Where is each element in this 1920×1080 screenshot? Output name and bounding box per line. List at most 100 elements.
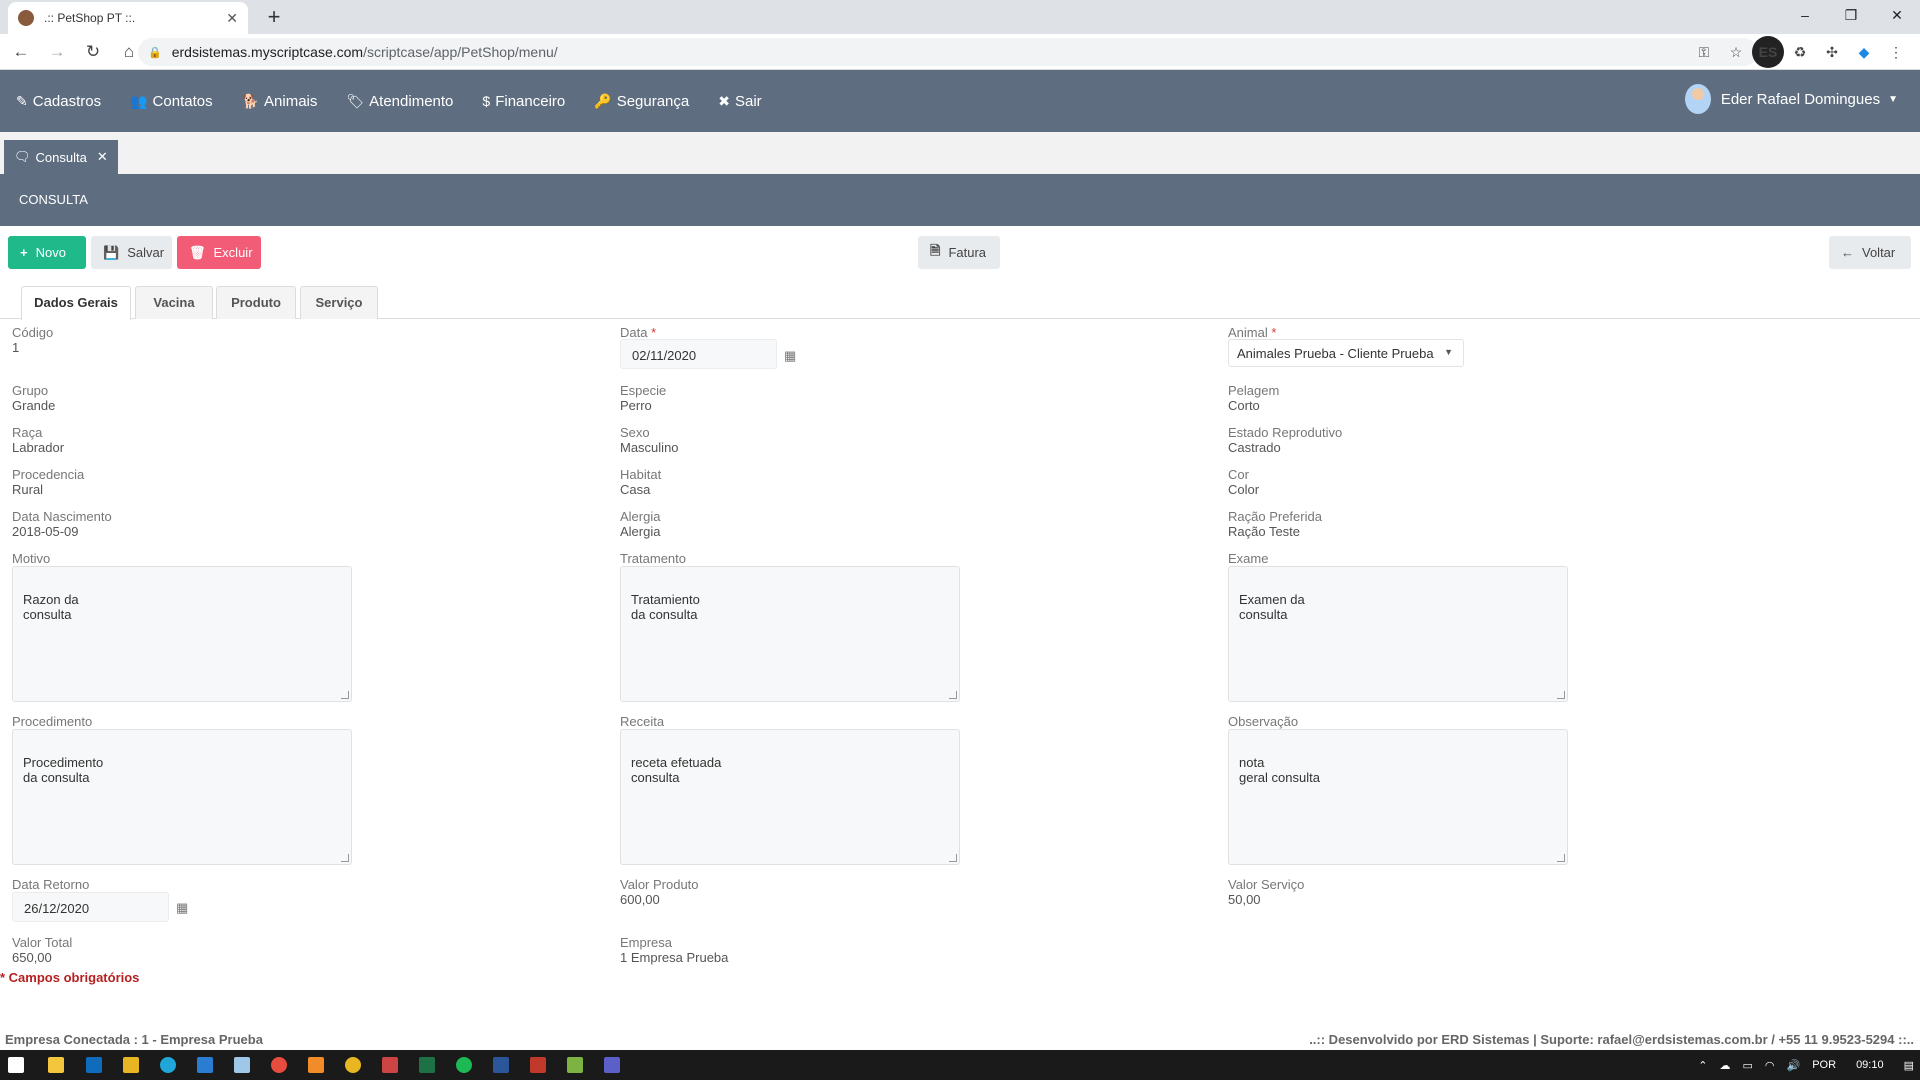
fatura-button[interactable]: 🗎 Fatura — [918, 236, 1000, 269]
voltar-button[interactable]: ← Voltar — [1829, 236, 1911, 269]
reload-icon[interactable]: ↻ — [78, 42, 108, 62]
battery-icon[interactable]: ▭ — [1743, 1059, 1753, 1072]
spotify-icon[interactable] — [456, 1057, 472, 1073]
exame-textarea[interactable]: Examen da consulta — [1228, 566, 1568, 702]
menu-label: Cadastros — [32, 92, 102, 110]
more-menu-icon[interactable]: ⋮ — [1880, 36, 1912, 68]
calendar-icon[interactable]: ▦ — [176, 900, 189, 915]
field-pelagem: Pelagem Corto — [1228, 383, 1279, 413]
back-icon[interactable]: ← — [6, 42, 36, 62]
required-asterisk: * — [1271, 325, 1277, 340]
chrome-icon[interactable] — [345, 1057, 361, 1073]
restore-button[interactable]: ❐ — [1828, 0, 1874, 30]
menu-cadastros[interactable]: ✎ Cadastros — [16, 93, 101, 110]
novo-button[interactable]: + Novo — [8, 236, 86, 269]
outlook-icon[interactable] — [86, 1057, 102, 1073]
menu-animais[interactable]: 🐕 Animais — [242, 93, 318, 110]
tab-produto[interactable]: Produto — [216, 286, 296, 319]
key-icon[interactable]: ⚿ — [1688, 36, 1720, 68]
required-asterisk: * — [651, 325, 657, 340]
clock[interactable]: 09:10 — [1856, 1059, 1884, 1071]
receita-textarea[interactable]: receta efetuada consulta — [620, 729, 960, 865]
new-tab-button[interactable]: + — [260, 4, 288, 32]
forward-icon[interactable]: → — [42, 42, 72, 62]
tab-consulta[interactable]: 🗨 Consulta ✕ — [4, 140, 118, 174]
resize-handle-icon[interactable] — [1557, 854, 1565, 862]
excel-icon[interactable] — [419, 1057, 435, 1073]
animal-select[interactable]: Animales Prueba - Cliente Prueba ▼ — [1228, 339, 1464, 367]
field-label: Motivo — [12, 551, 51, 566]
motivo-textarea[interactable]: Razon da consulta — [12, 566, 352, 702]
tab-dados-gerais[interactable]: Dados Gerais — [21, 286, 131, 320]
tab-servico[interactable]: Serviço — [300, 286, 378, 319]
app-icon[interactable] — [271, 1057, 287, 1073]
teams-icon[interactable] — [604, 1057, 620, 1073]
field-value: Color — [1228, 482, 1260, 497]
user-menu[interactable]: Eder Rafael Domingues ▼ — [1684, 84, 1898, 114]
close-window-button[interactable]: ✕ — [1874, 0, 1920, 30]
chevron-up-icon[interactable]: ⌃ — [1698, 1059, 1707, 1072]
field-value: Rural — [12, 482, 44, 497]
data-input[interactable]: 02/11/2020 — [620, 339, 777, 369]
browser-tab[interactable]: .:: PetShop PT ::. ✕ — [8, 2, 248, 34]
field-value: 1 Empresa Prueba — [620, 950, 729, 965]
salvar-button[interactable]: 💾 Salvar — [91, 236, 172, 269]
field-estado-reprodutivo: Estado Reprodutivo Castrado — [1228, 425, 1342, 455]
notepad-icon[interactable] — [234, 1057, 250, 1073]
main-menu: ✎ Cadastros 👥 Contatos 🐕 Animais 🏷 Atend… — [0, 70, 1920, 132]
star-icon[interactable]: ☆ — [1720, 36, 1752, 68]
window-app-icon[interactable] — [567, 1057, 583, 1073]
menu-seguranca[interactable]: 🔑 Segurança — [594, 93, 689, 110]
language-indicator[interactable]: POR — [1812, 1059, 1836, 1071]
wifi-icon[interactable]: ◠ — [1765, 1059, 1775, 1072]
windows-start-icon[interactable] — [8, 1057, 24, 1073]
recycle-icon[interactable]: ♻ — [1784, 36, 1816, 68]
shield-icon[interactable] — [530, 1057, 546, 1073]
data-retorno-input[interactable]: 26/12/2020 — [12, 892, 169, 922]
resize-handle-icon[interactable] — [949, 691, 957, 699]
app2-icon[interactable] — [382, 1057, 398, 1073]
tab-vacina[interactable]: Vacina — [135, 286, 213, 319]
menu-financeiro[interactable]: $ Financeiro — [482, 93, 565, 110]
menu-atendimento[interactable]: 🏷 Atendimento — [346, 93, 453, 110]
extension-es-icon[interactable]: ES — [1752, 36, 1784, 68]
file-explorer-icon[interactable] — [48, 1057, 64, 1073]
mail-icon[interactable] — [197, 1057, 213, 1073]
sublime-icon[interactable] — [308, 1057, 324, 1073]
resize-handle-icon[interactable] — [341, 691, 349, 699]
resize-handle-icon[interactable] — [949, 854, 957, 862]
address-bar[interactable]: 🔒 erdsistemas.myscriptcase.com /scriptca… — [138, 38, 1758, 66]
observacao-textarea[interactable]: nota geral consulta — [1228, 729, 1568, 865]
procedimento-textarea[interactable]: Procedimento da consulta — [12, 729, 352, 865]
field-grupo: Grupo Grande — [12, 383, 55, 413]
word-icon[interactable] — [493, 1057, 509, 1073]
puzzle-icon[interactable]: ✣ — [1816, 36, 1848, 68]
browser-tab-title: .:: PetShop PT ::. — [44, 11, 136, 25]
field-observacao: Observação — [1228, 714, 1298, 729]
connected-company: Empresa Conectada : 1 - Empresa Prueba — [5, 1032, 263, 1047]
notification-icon[interactable]: ▤ — [1904, 1059, 1914, 1072]
menu-sair[interactable]: ✖ Sair — [718, 93, 761, 110]
comment-icon: 🗨 — [14, 149, 31, 164]
menu-contatos[interactable]: 👥 Contatos — [130, 93, 212, 110]
volume-icon[interactable]: 🔊 — [1787, 1059, 1801, 1072]
close-icon[interactable]: ✕ — [97, 149, 108, 165]
calendar-icon[interactable]: ▦ — [784, 348, 797, 363]
excluir-button[interactable]: 🗑 Excluir — [177, 236, 261, 269]
folder-icon[interactable] — [123, 1057, 139, 1073]
status-bar: Empresa Conectada : 1 - Empresa Prueba .… — [0, 1030, 1920, 1048]
edge-icon[interactable] — [160, 1057, 176, 1073]
trash-icon: 🗑 — [189, 244, 206, 260]
resize-handle-icon[interactable] — [1557, 691, 1565, 699]
minimize-button[interactable]: – — [1782, 0, 1828, 30]
plus-icon: + — [20, 245, 28, 260]
extension-diamond-icon[interactable]: ◆ — [1848, 36, 1880, 68]
tratamento-textarea[interactable]: Tratamiento da consulta — [620, 566, 960, 702]
menu-label: Animais — [264, 92, 318, 110]
cloud-icon[interactable]: ☁ — [1720, 1059, 1731, 1072]
field-alergia: Alergia Alergia — [620, 509, 660, 539]
field-procedimento: Procedimento — [12, 714, 92, 729]
avatar — [1684, 84, 1711, 114]
close-tab-icon[interactable]: ✕ — [226, 10, 238, 27]
resize-handle-icon[interactable] — [341, 854, 349, 862]
